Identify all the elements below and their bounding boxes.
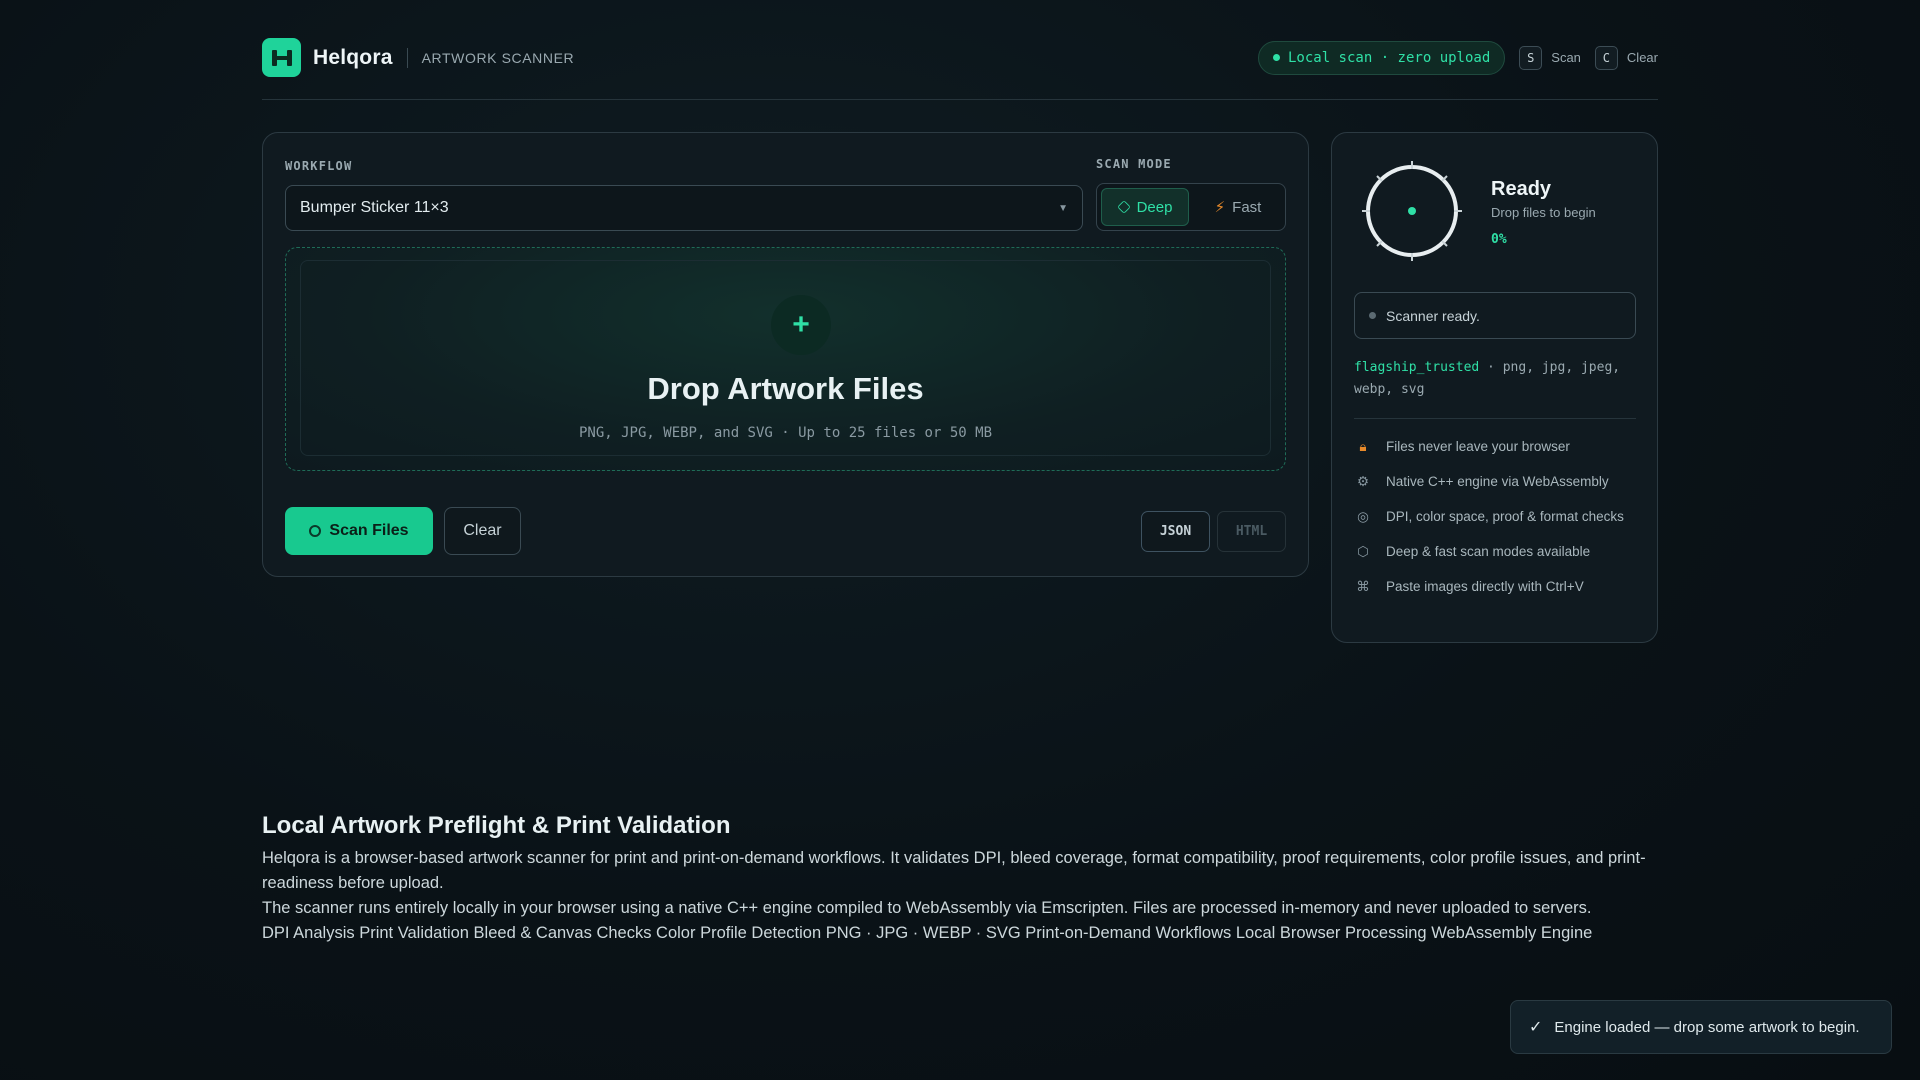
command-icon: ⌘ <box>1356 579 1370 594</box>
gear-icon: ⚙ <box>1356 474 1370 489</box>
export-html-button[interactable]: HTML <box>1217 511 1286 552</box>
lock-icon: 🔒︎ <box>1359 439 1367 454</box>
brand-subtitle: ARTWORK SCANNER <box>421 49 575 66</box>
mode-deep-label: Deep <box>1136 198 1173 216</box>
ring-icon <box>309 525 322 537</box>
dropzone-title: Drop Artwork Files <box>647 371 924 406</box>
plus-icon[interactable]: + <box>771 295 831 355</box>
list-item: ⌘ Paste images directly with Ctrl+V <box>1354 577 1636 597</box>
mode-fast-button[interactable]: ⚡ Fast <box>1195 188 1281 226</box>
shortcut-clear[interactable]: C Clear <box>1594 45 1658 70</box>
list-item: 🔒︎ Files never leave your browser <box>1354 437 1636 457</box>
status-dot-icon <box>1272 54 1280 61</box>
feature-text: Files never leave your browser <box>1386 439 1570 454</box>
seo-paragraph: The scanner runs entirely locally in you… <box>262 899 1592 917</box>
workflow-select[interactable]: Bumper Sticker 11×3 ▼ <box>285 185 1083 231</box>
file-dropzone[interactable]: + Drop Artwork Files PNG, JPG, WEBP, and… <box>285 247 1286 471</box>
export-json-button[interactable]: JSON <box>1141 511 1210 552</box>
check-icon: ✓ <box>1529 1019 1543 1036</box>
status-title: Ready <box>1491 178 1552 200</box>
scan-mode-label: SCAN MODE <box>1096 157 1172 171</box>
progress-percent: 0% <box>1491 232 1507 247</box>
scanner-message: Scanner ready. <box>1354 292 1636 339</box>
format-profile: flagship_trusted <box>1354 360 1480 375</box>
toast-message: Engine loaded — drop some artwork to beg… <box>1554 1018 1860 1036</box>
scanner-panel: WORKFLOW Bumper Sticker 11×3 ▼ SCAN MODE… <box>262 132 1309 577</box>
local-scan-badge: Local scan · zero upload <box>1257 40 1506 75</box>
shortcut-key: S <box>1519 45 1543 70</box>
hexagon-icon <box>1116 200 1131 214</box>
list-item: ⚙ Native C++ engine via WebAssembly <box>1354 472 1636 492</box>
list-item: ⬡ Deep & fast scan modes available <box>1354 542 1636 562</box>
shortcut-label: Scan <box>1551 50 1581 65</box>
shortcut-scan[interactable]: S Scan <box>1519 45 1581 70</box>
feature-text: Deep & fast scan modes available <box>1386 544 1591 559</box>
brand: Helqora ARTWORK SCANNER <box>262 38 574 77</box>
feature-list: 🔒︎ Files never leave your browser ⚙ Nati… <box>1354 437 1636 612</box>
workflow-selected-value: Bumper Sticker 11×3 <box>300 199 449 216</box>
scanner-message-text: Scanner ready. <box>1386 307 1480 324</box>
dropzone-subtitle: PNG, JPG, WEBP, and SVG · Up to 25 files… <box>578 425 992 441</box>
toast-notification[interactable]: ✓ Engine loaded — drop some artwork to b… <box>1510 1000 1892 1054</box>
clear-button[interactable]: Clear <box>444 507 521 555</box>
feature-text: DPI, color space, proof & format checks <box>1386 509 1624 524</box>
chevron-down-icon: ▼ <box>1058 202 1068 214</box>
seo-description: Local Artwork Preflight & Print Validati… <box>262 812 1662 946</box>
app-header: Helqora ARTWORK SCANNER Local scan · zer… <box>262 38 1658 100</box>
hexagon-icon: ⬡ <box>1357 544 1369 559</box>
shortcut-label: Clear <box>1626 50 1658 65</box>
feature-text: Paste images directly with Ctrl+V <box>1386 579 1584 594</box>
feature-text: Native C++ engine via WebAssembly <box>1386 474 1609 489</box>
progress-gauge-icon <box>1362 161 1462 261</box>
supported-formats: flagship_trusted · png, jpg, jpeg, webp,… <box>1354 357 1636 401</box>
scan-files-button[interactable]: Scan Files <box>285 507 433 555</box>
shortcut-key: C <box>1594 45 1618 70</box>
lightning-icon: ⚡ <box>1214 199 1226 216</box>
dropzone-inner: + Drop Artwork Files PNG, JPG, WEBP, and… <box>300 260 1271 456</box>
mode-deep-button[interactable]: Deep <box>1101 188 1189 226</box>
list-item: ◎ DPI, color space, proof & format check… <box>1354 507 1636 527</box>
seo-keywords: DPI Analysis Print Validation Bleed & Ca… <box>262 924 1593 942</box>
scan-mode-toggle: Deep ⚡ Fast <box>1096 183 1286 231</box>
brand-divider <box>406 47 408 68</box>
local-scan-label: Local scan · zero upload <box>1287 49 1491 66</box>
brand-name: Helqora <box>313 45 393 69</box>
divider <box>1354 418 1636 419</box>
mode-fast-label: Fast <box>1232 198 1262 216</box>
header-actions: Local scan · zero upload S Scan C Clear <box>1257 40 1658 75</box>
status-dot-icon <box>1369 312 1376 319</box>
status-subtitle: Drop files to begin <box>1491 205 1596 220</box>
target-icon: ◎ <box>1357 509 1369 524</box>
status-panel: Ready Drop files to begin 0% Scanner rea… <box>1331 132 1658 643</box>
workflow-label: WORKFLOW <box>285 159 353 173</box>
seo-paragraph: Helqora is a browser-based artwork scann… <box>262 849 1646 892</box>
seo-heading: Local Artwork Preflight & Print Validati… <box>262 812 731 839</box>
scan-files-label: Scan Files <box>329 522 409 539</box>
helqora-logo-icon[interactable] <box>262 38 301 77</box>
